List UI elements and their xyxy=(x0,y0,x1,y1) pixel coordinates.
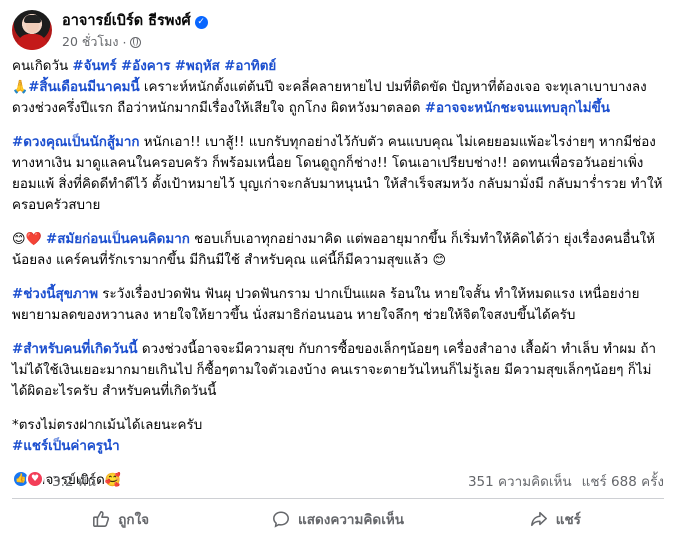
hashtag-share[interactable]: #แชร์เป็นค่าครูนำ xyxy=(12,439,120,454)
author-avatar[interactable] xyxy=(12,10,52,50)
post-paragraph-4: 😊❤️ #สมัยก่อนเป็นคนคิดมาก ชอบเก็บเอาทุกอ… xyxy=(12,229,664,271)
action-bar: ถูกใจ แสดงความคิดเห็น แชร์ xyxy=(12,503,664,535)
para7-text: *ตรงไม่ตรงฝากเม้นได้เลยนะครับ xyxy=(12,418,203,433)
thumbs-up-icon xyxy=(92,510,110,528)
post-body: คนเกิดวัน #จันทร์ #อังคาร #พฤหัส #อาทิตย… xyxy=(12,56,664,491)
hashtag-monday[interactable]: #จันทร์ xyxy=(72,59,116,74)
comment-count[interactable]: 351 ความคิดเห็น xyxy=(468,474,572,490)
para5-text: ระวังเรื่องปวดฟัน ฟันผุ ปวดฟันกราม ปากเป… xyxy=(12,287,640,323)
smile-heart-emoji-icon: 😊❤️ xyxy=(12,232,42,247)
post-header: อาจารย์เบิร์ด ธีรพงศ์ ✓ 20 ชั่วโมง · xyxy=(12,8,652,52)
verified-badge-icon: ✓ xyxy=(194,16,208,29)
post-time[interactable]: 20 ชั่วโมง xyxy=(62,32,118,52)
reaction-icons[interactable]: 👍 ♥ xyxy=(12,470,44,488)
love-reaction-icon: ♥ xyxy=(26,470,44,488)
pray-emoji-icon: 🙏 xyxy=(12,80,29,95)
globe-icon[interactable] xyxy=(130,36,142,48)
hashtag-end-of-march[interactable]: #สิ้นเดือนมีนาคมนี้ xyxy=(28,80,139,95)
post-paragraph-6: #สำหรับคนที่เกิดวันนี้ ดวงช่วงนี้อาจจะมี… xyxy=(12,339,664,402)
post-paragraph-7: *ตรงไม่ตรงฝากเม้นได้เลยนะครับ #แชร์เป็นค… xyxy=(12,415,664,457)
hashtag-fighter[interactable]: #ดวงคุณเป็นนักสู้มาก xyxy=(12,135,139,150)
hashtag-born-today[interactable]: #สำหรับคนที่เกิดวันนี้ xyxy=(12,342,138,357)
comment-button[interactable]: แสดงความคิดเห็น xyxy=(229,503,446,535)
divider xyxy=(12,498,664,499)
reactions-row: 👍 ♥ 3.2 พัน 351 ความคิดเห็น แชร์ 688 ครั้… xyxy=(12,467,664,491)
hashtag-sunday[interactable]: #อาทิตย์ xyxy=(224,59,276,74)
like-label: ถูกใจ xyxy=(118,512,150,528)
para1-text: คนเกิดวัน xyxy=(12,59,73,74)
hashtag-overthinker[interactable]: #สมัยก่อนเป็นคนคิดมาก xyxy=(46,232,190,247)
hashtag-health[interactable]: #ช่วงนี้สุขภาพ xyxy=(12,287,98,302)
share-label: แชร์ xyxy=(555,512,581,528)
post-paragraph-3: #ดวงคุณเป็นนักสู้มาก หนักเอา!! เบาสู้!! … xyxy=(12,132,664,216)
post-paragraph-1: คนเกิดวัน #จันทร์ #อังคาร #พฤหัส #อาทิตย… xyxy=(12,56,664,77)
share-count[interactable]: แชร์ 688 ครั้ง xyxy=(582,474,664,490)
share-button[interactable]: แชร์ xyxy=(447,503,664,535)
post-paragraph-5: #ช่วงนี้สุขภาพ ระวังเรื่องปวดฟัน ฟันผุ ป… xyxy=(12,284,664,326)
like-button[interactable]: ถูกใจ xyxy=(12,503,229,535)
author-name-text[interactable]: อาจารย์เบิร์ด ธีรพงศ์ xyxy=(62,13,191,29)
smile-emoji-icon: 😊 xyxy=(432,253,447,268)
reaction-count[interactable]: 3.2 พัน xyxy=(52,470,96,492)
engagement-counts: 351 ความคิดเห็น แชร์ 688 ครั้ง xyxy=(458,470,664,492)
hashtag-heavy-luck[interactable]: #อาจจะหนักชะจนแทบลุกไม่ขึ้น xyxy=(425,101,610,116)
hashtag-thursday[interactable]: #พฤหัส xyxy=(175,59,220,74)
post-paragraph-2: 🙏#สิ้นเดือนมีนาคมนี้ เคราะห์หนักตั้งแต่ต… xyxy=(12,77,664,119)
author-name[interactable]: อาจารย์เบิร์ด ธีรพงศ์ ✓ xyxy=(62,9,208,32)
comment-bubble-icon xyxy=(272,510,290,528)
hashtag-tuesday[interactable]: #อังคาร xyxy=(121,59,170,74)
post-meta: 20 ชั่วโมง · xyxy=(62,32,142,52)
separator-dot: · xyxy=(122,34,127,50)
share-arrow-icon xyxy=(530,510,548,528)
comment-label: แสดงความคิดเห็น xyxy=(298,512,404,528)
